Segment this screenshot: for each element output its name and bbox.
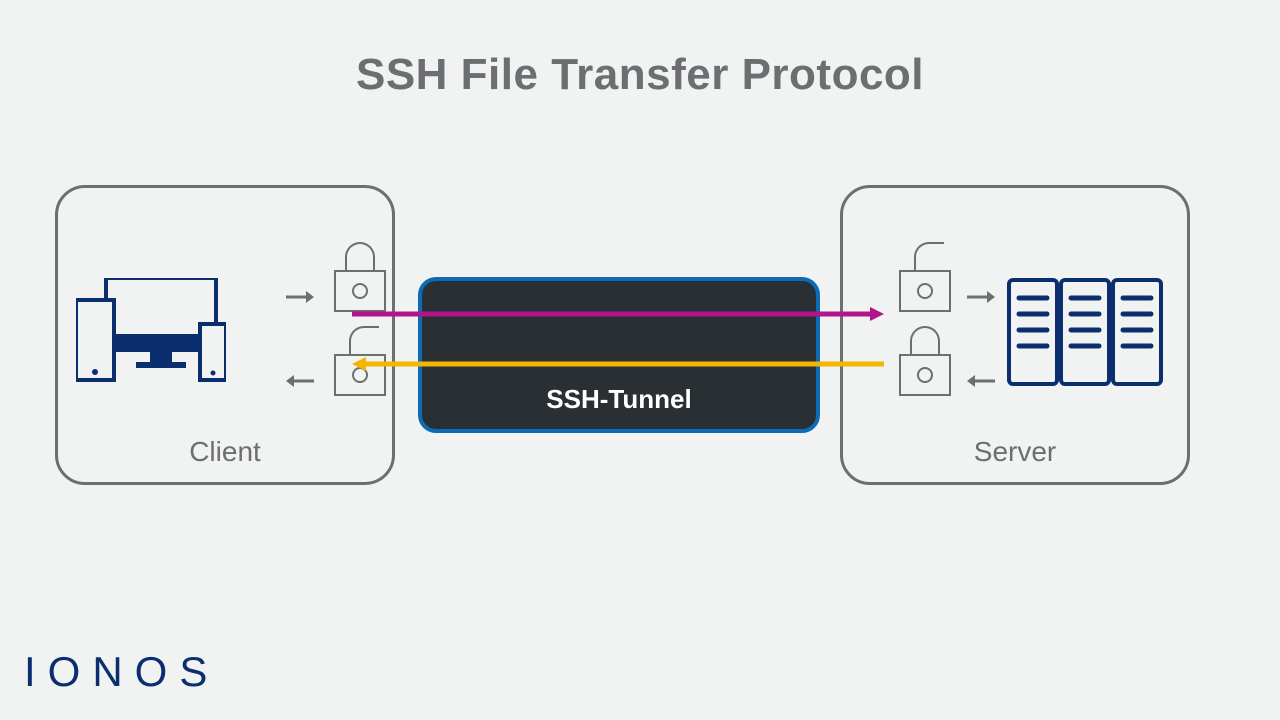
diagram-stage: Client — [0, 185, 1280, 495]
lock-closed-icon — [334, 270, 386, 312]
tunnel-label: SSH-Tunnel — [546, 384, 691, 415]
arrow-right-icon — [967, 288, 995, 306]
arrow-right-icon — [286, 288, 314, 306]
client-label: Client — [58, 436, 392, 468]
data-flow-to-client — [352, 357, 884, 367]
server-node: Server — [840, 185, 1190, 485]
data-flow-to-server — [352, 307, 884, 317]
server-rack-icon — [1005, 274, 1165, 394]
lock-open-icon — [899, 270, 951, 312]
client-devices-icon — [76, 278, 226, 388]
server-label: Server — [843, 436, 1187, 468]
brand-logo: IONOS — [24, 648, 219, 696]
lock-closed-icon — [899, 354, 951, 396]
page-title: SSH File Transfer Protocol — [0, 50, 1280, 100]
ssh-tunnel: SSH-Tunnel — [418, 277, 820, 433]
arrow-left-icon — [967, 372, 995, 390]
client-node: Client — [55, 185, 395, 485]
arrow-left-icon — [286, 372, 314, 390]
